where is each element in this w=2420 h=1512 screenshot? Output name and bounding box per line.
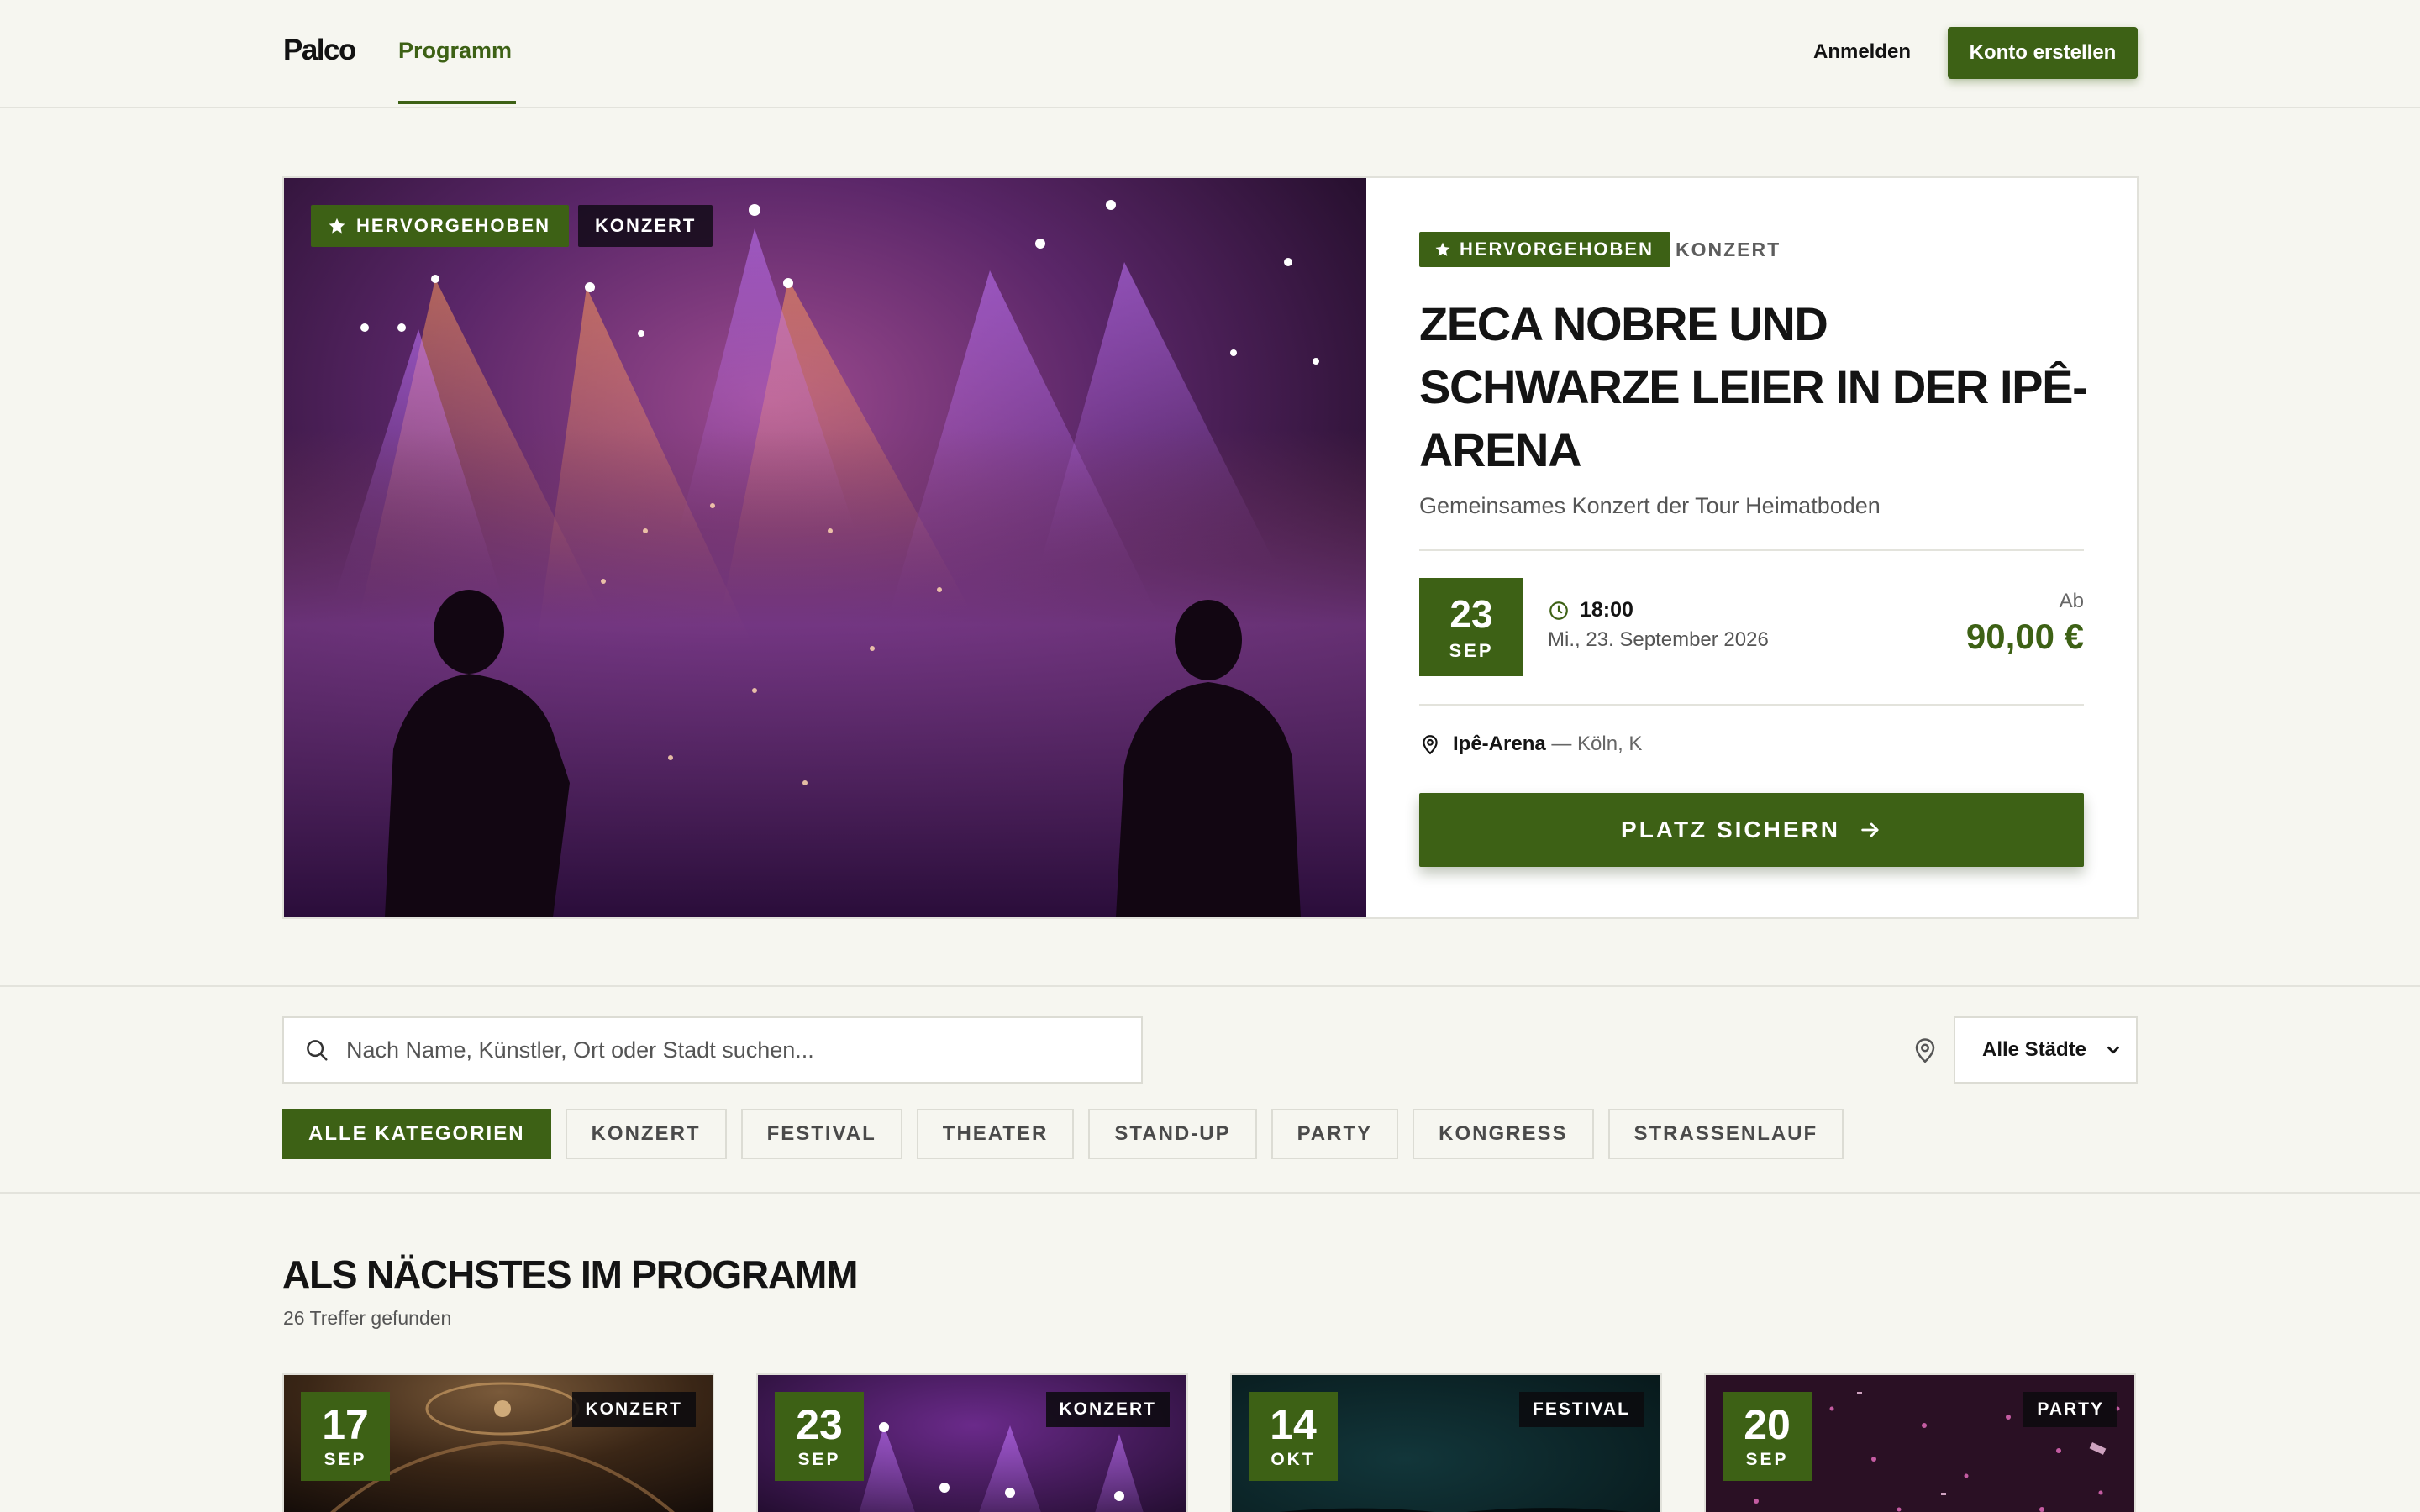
card-date-badge: 17 SEP bbox=[301, 1392, 390, 1481]
featured-event-card: HERVORGEHOBEN KONZERT HERVORGEHOBEN KONZ… bbox=[282, 176, 2139, 919]
card-category-badge: FESTIVAL bbox=[1519, 1392, 1644, 1427]
section-title: ALS NÄCHSTES IM PROGRAMM bbox=[282, 1252, 858, 1296]
map-pin-icon bbox=[1423, 735, 1438, 755]
card-date-month: OKT bbox=[1270, 1450, 1316, 1469]
event-card[interactable]: 20 SEP PARTY bbox=[1704, 1373, 2136, 1512]
create-account-button[interactable]: Konto erstellen bbox=[1948, 27, 2138, 79]
card-date-badge: 23 SEP bbox=[775, 1392, 864, 1481]
card-date-badge: 20 SEP bbox=[1723, 1392, 1812, 1481]
category-chip-kongress[interactable]: KONGRESS bbox=[1413, 1109, 1594, 1159]
card-date-day: 20 bbox=[1744, 1401, 1791, 1448]
search-box[interactable] bbox=[282, 1016, 1143, 1084]
city-select-value: Alle Städte bbox=[1982, 1038, 2087, 1061]
location-pin-icon bbox=[1912, 1036, 1938, 1068]
card-category-badge: KONZERT bbox=[571, 1392, 696, 1427]
search-icon bbox=[307, 1040, 328, 1061]
city-select[interactable]: Alle Städte bbox=[1954, 1016, 2138, 1084]
card-date-day: 14 bbox=[1270, 1401, 1317, 1448]
category-filter-chips: ALLE KATEGORIEN KONZERT FESTIVAL THEATER… bbox=[282, 1109, 1844, 1159]
event-title: ZECA NOBRE UND SCHWARZE LEIER IN DER IPÊ… bbox=[1419, 297, 2088, 476]
event-time-value: 18:00 bbox=[1580, 598, 1634, 622]
secure-seat-button[interactable]: PLATZ SICHERN bbox=[1419, 793, 2084, 867]
card-date-day: 23 bbox=[796, 1401, 843, 1448]
image-category-badge: KONZERT bbox=[578, 205, 713, 247]
event-card[interactable]: 17 SEP KONZERT bbox=[282, 1373, 714, 1512]
category-chip-strassenlauf[interactable]: STRASSENLAUF bbox=[1607, 1109, 1844, 1159]
featured-event-image[interactable]: HERVORGEHOBEN KONZERT bbox=[284, 178, 1366, 917]
category-chip-theater[interactable]: THEATER bbox=[916, 1109, 1075, 1159]
category-chip-all[interactable]: ALLE KATEGORIEN bbox=[282, 1109, 551, 1159]
arrow-right-icon bbox=[1861, 822, 1879, 837]
venue-name: Ipê-Arena bbox=[1453, 732, 1546, 755]
event-card[interactable]: 23 SEP KONZERT bbox=[756, 1373, 1188, 1512]
clock-icon bbox=[1549, 601, 1568, 620]
featured-badge: HERVORGEHOBEN bbox=[1419, 232, 1670, 267]
card-date-day: 17 bbox=[322, 1401, 369, 1448]
event-date-day: 23 bbox=[1449, 591, 1493, 636]
card-category-badge: KONZERT bbox=[1045, 1392, 1170, 1427]
event-subtitle: Gemeinsames Konzert der Tour Heimatboden bbox=[1419, 493, 1881, 518]
card-date-month: SEP bbox=[1745, 1450, 1789, 1469]
secure-seat-label: PLATZ SICHERN bbox=[1621, 816, 1840, 843]
event-price: 90,00 € bbox=[1965, 617, 2084, 656]
filter-bar: Alle Städte ALLE KATEGORIEN KONZERT FEST… bbox=[0, 985, 2420, 1194]
star-icon bbox=[329, 218, 345, 234]
login-link[interactable]: Anmelden bbox=[1813, 40, 1911, 64]
tab-programm[interactable]: Programm bbox=[398, 38, 512, 64]
card-date-month: SEP bbox=[324, 1450, 367, 1469]
event-date-month: SEP bbox=[1449, 639, 1494, 661]
price-prefix: Ab bbox=[2059, 590, 2084, 612]
active-tab-indicator bbox=[398, 101, 516, 104]
card-date-badge: 14 OKT bbox=[1249, 1392, 1338, 1481]
top-navigation-bar: Palco Programm Anmelden Konto erstellen bbox=[0, 0, 2420, 108]
venue-location: — Köln, K bbox=[1551, 732, 1643, 755]
category-chip-festival[interactable]: FESTIVAL bbox=[740, 1109, 902, 1159]
featured-badge-label: HERVORGEHOBEN bbox=[356, 215, 550, 236]
card-category-badge: PARTY bbox=[2023, 1392, 2118, 1427]
event-card[interactable]: 14 OKT FESTIVAL bbox=[1230, 1373, 1662, 1512]
event-time: 18:00 bbox=[1548, 598, 1634, 622]
star-icon bbox=[1435, 242, 1450, 256]
search-input[interactable] bbox=[346, 1037, 1102, 1063]
event-venue[interactable]: Ipê-Arena — Köln, K bbox=[1419, 732, 1642, 756]
category-chip-konzert[interactable]: KONZERT bbox=[565, 1109, 727, 1159]
featured-badge: HERVORGEHOBEN bbox=[311, 205, 569, 247]
category-chip-stand-up[interactable]: STAND-UP bbox=[1088, 1109, 1257, 1159]
featured-event-details: HERVORGEHOBEN KONZERT ZECA NOBRE UND SCH… bbox=[1366, 178, 2137, 917]
brand-logo[interactable]: Palco bbox=[283, 34, 356, 67]
event-date-long: Mi., 23. September 2026 bbox=[1548, 628, 1769, 651]
divider bbox=[1419, 549, 2084, 551]
event-date-badge: 23 SEP bbox=[1419, 578, 1523, 676]
result-count: 26 Treffer gefunden bbox=[283, 1307, 452, 1329]
featured-badge-label: HERVORGEHOBEN bbox=[1460, 239, 1654, 260]
category-chip-party[interactable]: PARTY bbox=[1270, 1109, 1399, 1159]
card-date-month: SEP bbox=[797, 1450, 841, 1469]
event-category-label: KONZERT bbox=[1676, 239, 1781, 260]
divider bbox=[1419, 704, 2084, 706]
chevron-down-icon bbox=[2107, 1046, 2119, 1054]
